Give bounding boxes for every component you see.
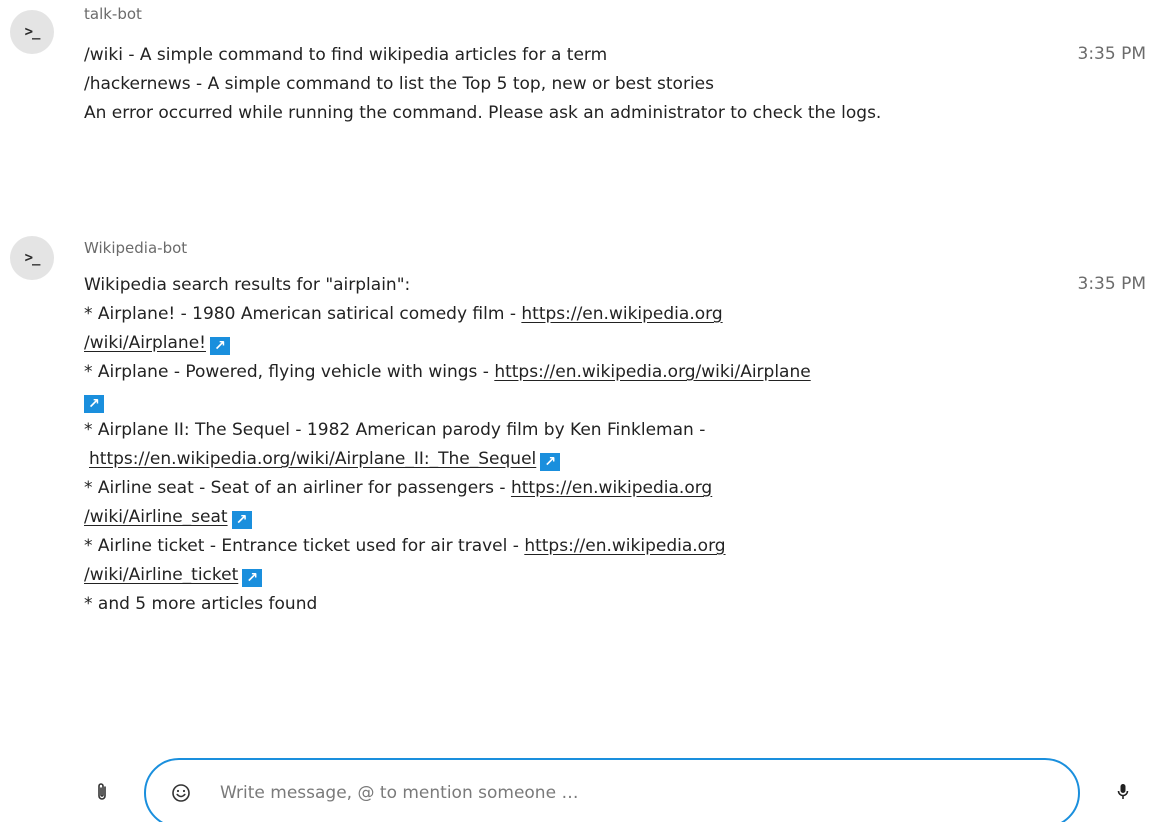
result-description: * Airplane - Powered, flying vehicle wit… [84, 362, 495, 382]
result-link[interactable]: /wiki/Airline_ticket [84, 565, 238, 585]
results-footer: * and 5 more articles found [84, 594, 318, 614]
result-item: * Airplane - Powered, flying vehicle wit… [84, 358, 1014, 387]
result-item: * Airplane II: The Sequel - 1982 America… [84, 416, 1014, 445]
smiley-icon [172, 784, 190, 802]
emoji-button[interactable] [168, 780, 194, 806]
result-link[interactable]: https://en.wikipedia.org [511, 478, 712, 498]
microphone-icon [1117, 784, 1129, 799]
bot-avatar[interactable]: >_ [10, 10, 54, 54]
message-timestamp[interactable]: 3:35 PM [1078, 44, 1147, 64]
message-author[interactable]: Wikipedia-bot [84, 239, 187, 257]
result-item-continued: /wiki/Airplane! ↗ [84, 329, 1014, 358]
result-item-continued: ↗ [84, 387, 1014, 416]
result-item-continued: https://en.wikipedia.org/wiki/Airplane_I… [84, 445, 1014, 474]
result-link[interactable]: https://en.wikipedia.org [521, 304, 722, 324]
external-link-icon[interactable]: ↗ [209, 337, 230, 355]
result-link[interactable]: /wiki/Airplane! [84, 333, 206, 353]
attach-button[interactable] [88, 778, 116, 806]
result-link[interactable]: https://en.wikipedia.org [524, 536, 725, 556]
message-author[interactable]: talk-bot [84, 5, 142, 23]
result-link[interactable]: /wiki/Airline_seat [84, 507, 228, 527]
result-description: * Airline ticket - Entrance ticket used … [84, 536, 525, 556]
result-item: * Airplane! - 1980 American satirical co… [84, 300, 1014, 329]
message-line: An error occurred while running the comm… [84, 103, 882, 123]
chat-view: >_ talk-bot 3:35 PM /wiki - A simple com… [0, 0, 1153, 822]
external-link-icon[interactable]: ↗ [242, 569, 263, 587]
bot-avatar[interactable]: >_ [10, 236, 54, 280]
paperclip-icon [98, 783, 106, 800]
message-input[interactable] [220, 776, 1040, 810]
message-group-wikipedia-bot: >_ Wikipedia-bot 3:35 PM Wikipedia searc… [0, 230, 1153, 730]
result-item: * Airline ticket - Entrance ticket used … [84, 532, 1014, 561]
message-line: /wiki - A simple command to find wikiped… [84, 45, 608, 65]
result-item-continued: /wiki/Airline_ticket ↗ [84, 561, 1014, 590]
result-link[interactable]: https://en.wikipedia.org/wiki/Airplane_I… [89, 449, 536, 469]
message-composer [0, 758, 1153, 822]
message-group-talk-bot: >_ talk-bot 3:35 PM /wiki - A simple com… [0, 0, 1153, 200]
message-body: /wiki - A simple command to find wikiped… [84, 41, 1014, 128]
result-link[interactable]: https://en.wikipedia.org/wiki/Airplane [494, 362, 810, 382]
result-description: * Airplane II: The Sequel - 1982 America… [84, 420, 706, 440]
result-item-continued: /wiki/Airline_seat ↗ [84, 503, 1014, 532]
result-item: * Airline seat - Seat of an airliner for… [84, 474, 1014, 503]
message-line: /hackernews - A simple command to list t… [84, 74, 714, 94]
external-link-icon[interactable]: ↗ [84, 395, 104, 413]
message-body: Wikipedia search results for "airplain":… [84, 271, 1014, 619]
message-timestamp[interactable]: 3:35 PM [1078, 274, 1147, 294]
results-intro: Wikipedia search results for "airplain": [84, 275, 411, 295]
message-input-wrapper[interactable] [144, 758, 1080, 822]
result-description: * Airline seat - Seat of an airliner for… [84, 478, 511, 498]
external-link-icon[interactable]: ↗ [540, 453, 561, 471]
voice-message-button[interactable] [1110, 778, 1136, 806]
external-link-icon[interactable]: ↗ [231, 511, 252, 529]
result-description: * Airplane! - 1980 American satirical co… [84, 304, 522, 324]
